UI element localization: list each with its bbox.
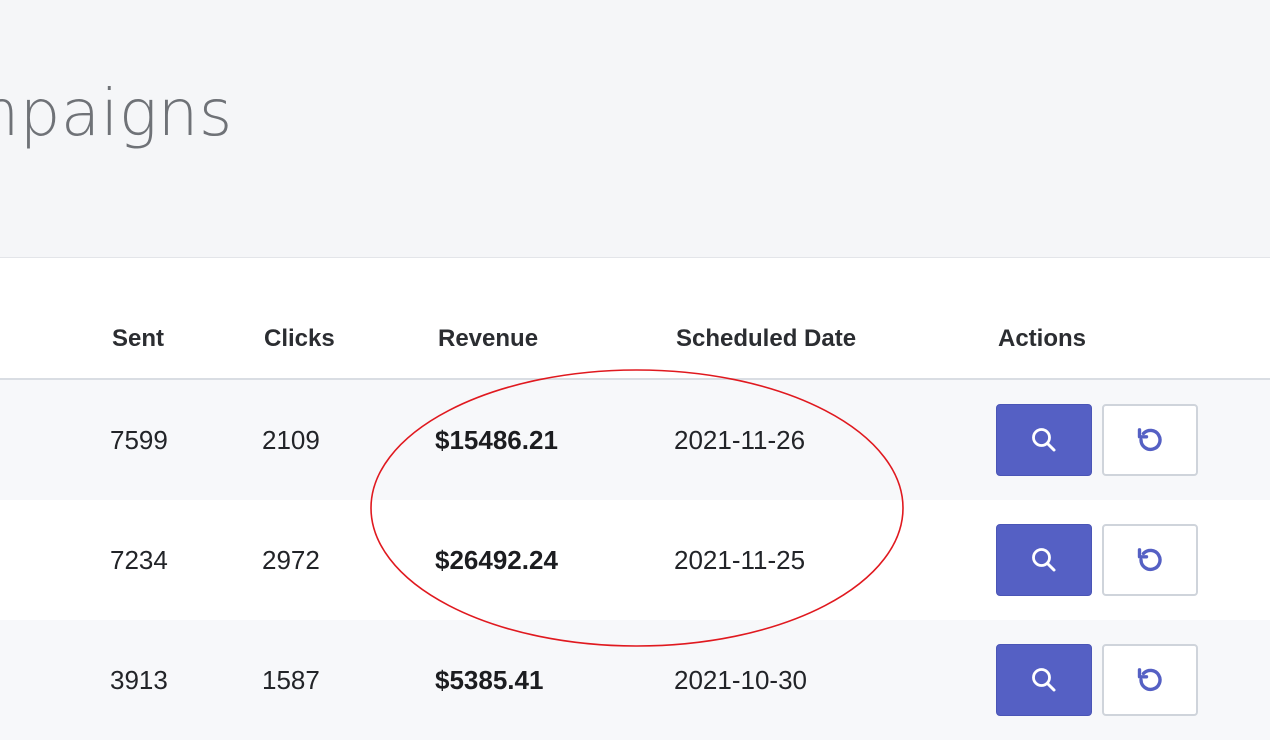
sent-cell: 7234 <box>110 545 168 575</box>
table-header <box>0 258 1270 380</box>
scheduled-date-cell: 2021-11-25 <box>674 545 806 575</box>
revenue-cell: $15486.21 <box>435 425 558 455</box>
undo-icon <box>1137 668 1162 692</box>
column-header-scheduled-date[interactable]: Scheduled Date <box>676 324 856 354</box>
clicks-cell: 2972 <box>262 545 320 575</box>
column-header-clicks[interactable]: Clicks <box>264 324 335 354</box>
campaigns-page: Campaigns Sent Clicks Revenue Scheduled … <box>0 0 1270 740</box>
undo-icon <box>1137 548 1162 572</box>
page-header: Campaigns <box>0 0 1270 258</box>
sent-cell: 7599 <box>110 425 168 455</box>
view-button[interactable] <box>996 644 1092 716</box>
search-icon <box>1032 668 1056 692</box>
column-header-sent[interactable]: Sent <box>112 324 164 354</box>
search-icon <box>1032 548 1056 572</box>
page-title: Campaigns <box>0 77 233 151</box>
column-header-revenue[interactable]: Revenue <box>438 324 538 354</box>
reset-button[interactable] <box>1102 644 1198 716</box>
revenue-cell: $26492.24 <box>435 545 558 575</box>
clicks-cell: 2109 <box>262 425 320 455</box>
clicks-cell: 1587 <box>262 665 320 695</box>
view-button[interactable] <box>996 524 1092 596</box>
undo-icon <box>1137 428 1162 452</box>
revenue-cell: $5385.41 <box>435 665 544 695</box>
reset-button[interactable] <box>1102 524 1198 596</box>
view-button[interactable] <box>996 404 1092 476</box>
scheduled-date-cell: 2021-10-30 <box>674 665 807 695</box>
column-header-actions: Actions <box>998 325 1087 352</box>
sent-cell: 3913 <box>110 665 168 695</box>
search-icon <box>1032 428 1056 452</box>
reset-button[interactable] <box>1102 404 1198 476</box>
scheduled-date-cell: 2021-11-26 <box>674 425 806 455</box>
